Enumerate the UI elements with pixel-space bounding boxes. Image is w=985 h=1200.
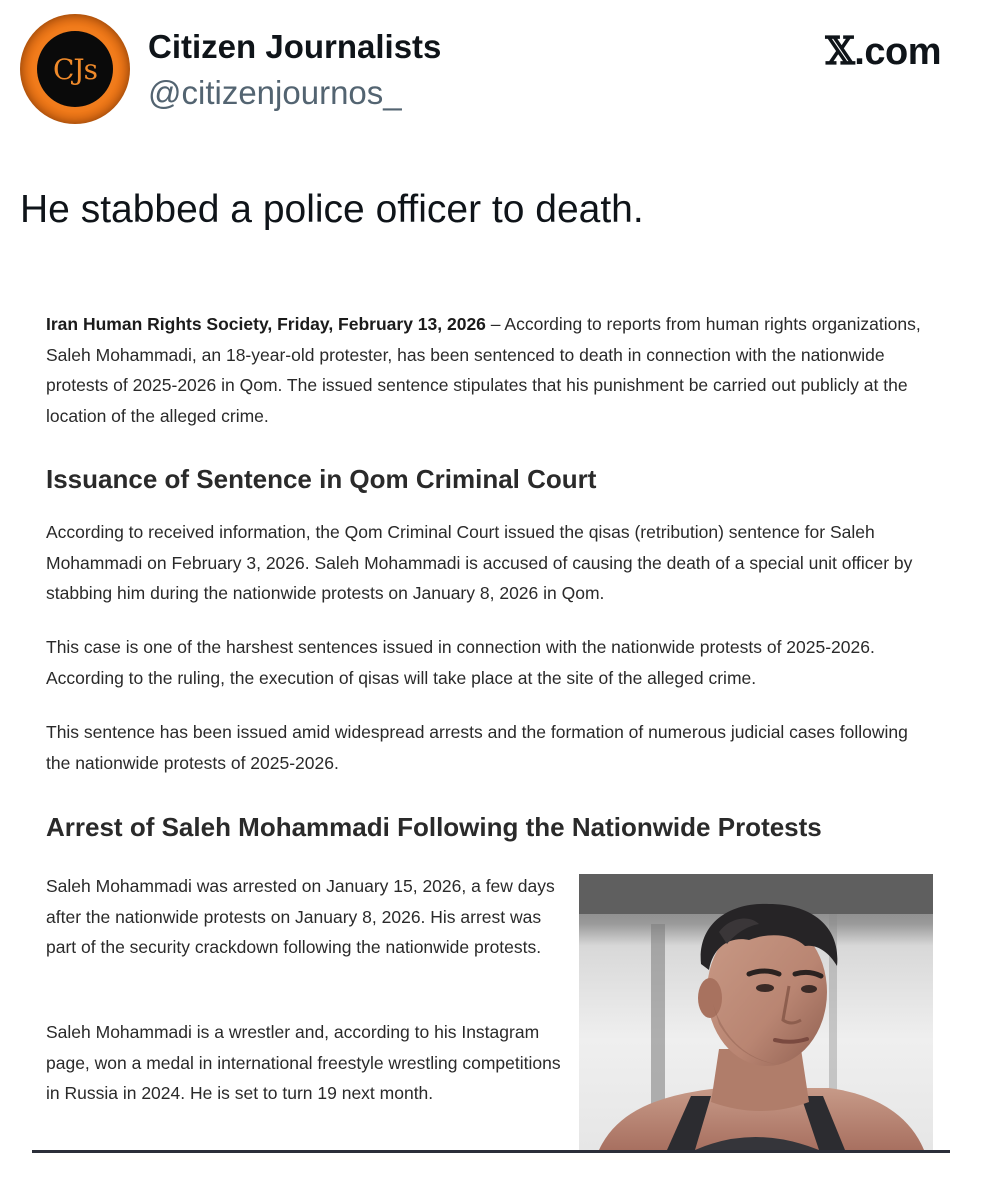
article-paragraph: Saleh Mohammadi was arrested on January … <box>46 876 555 957</box>
wrestler-portrait-photo <box>579 874 933 1150</box>
article-intro: Iran Human Rights Society, Friday, Febru… <box>46 309 926 431</box>
article-paragraph: According to received information, the Q… <box>46 522 913 603</box>
profile-avatar[interactable]: CJs <box>20 14 130 124</box>
article-heading-arrest: Arrest of Saleh Mohammadi Following the … <box>46 812 822 842</box>
display-name[interactable]: Citizen Journalists <box>148 28 441 66</box>
article-paragraph: This case is one of the harshest sentenc… <box>46 637 875 688</box>
avatar-logo-text: CJs <box>37 31 113 107</box>
x-logo-icon: 𝕏 <box>825 28 855 73</box>
x-brand-suffix: .com <box>854 31 941 73</box>
tweet-text: He stabbed a police officer to death. <box>20 188 644 231</box>
article-paragraph: This sentence has been issued amid wides… <box>46 722 908 773</box>
user-handle[interactable]: @citizenjournos_ <box>148 74 402 112</box>
article-screenshot[interactable]: Iran Human Rights Society, Friday, Febru… <box>32 296 950 1153</box>
article-paragraph: Saleh Mohammadi is a wrestler and, accor… <box>46 1022 561 1103</box>
x-brand-watermark: 𝕏.com <box>825 28 941 74</box>
article-intro-lead: Iran Human Rights Society, Friday, Febru… <box>46 314 486 334</box>
article-heading-sentence: Issuance of Sentence in Qom Criminal Cou… <box>46 464 597 494</box>
